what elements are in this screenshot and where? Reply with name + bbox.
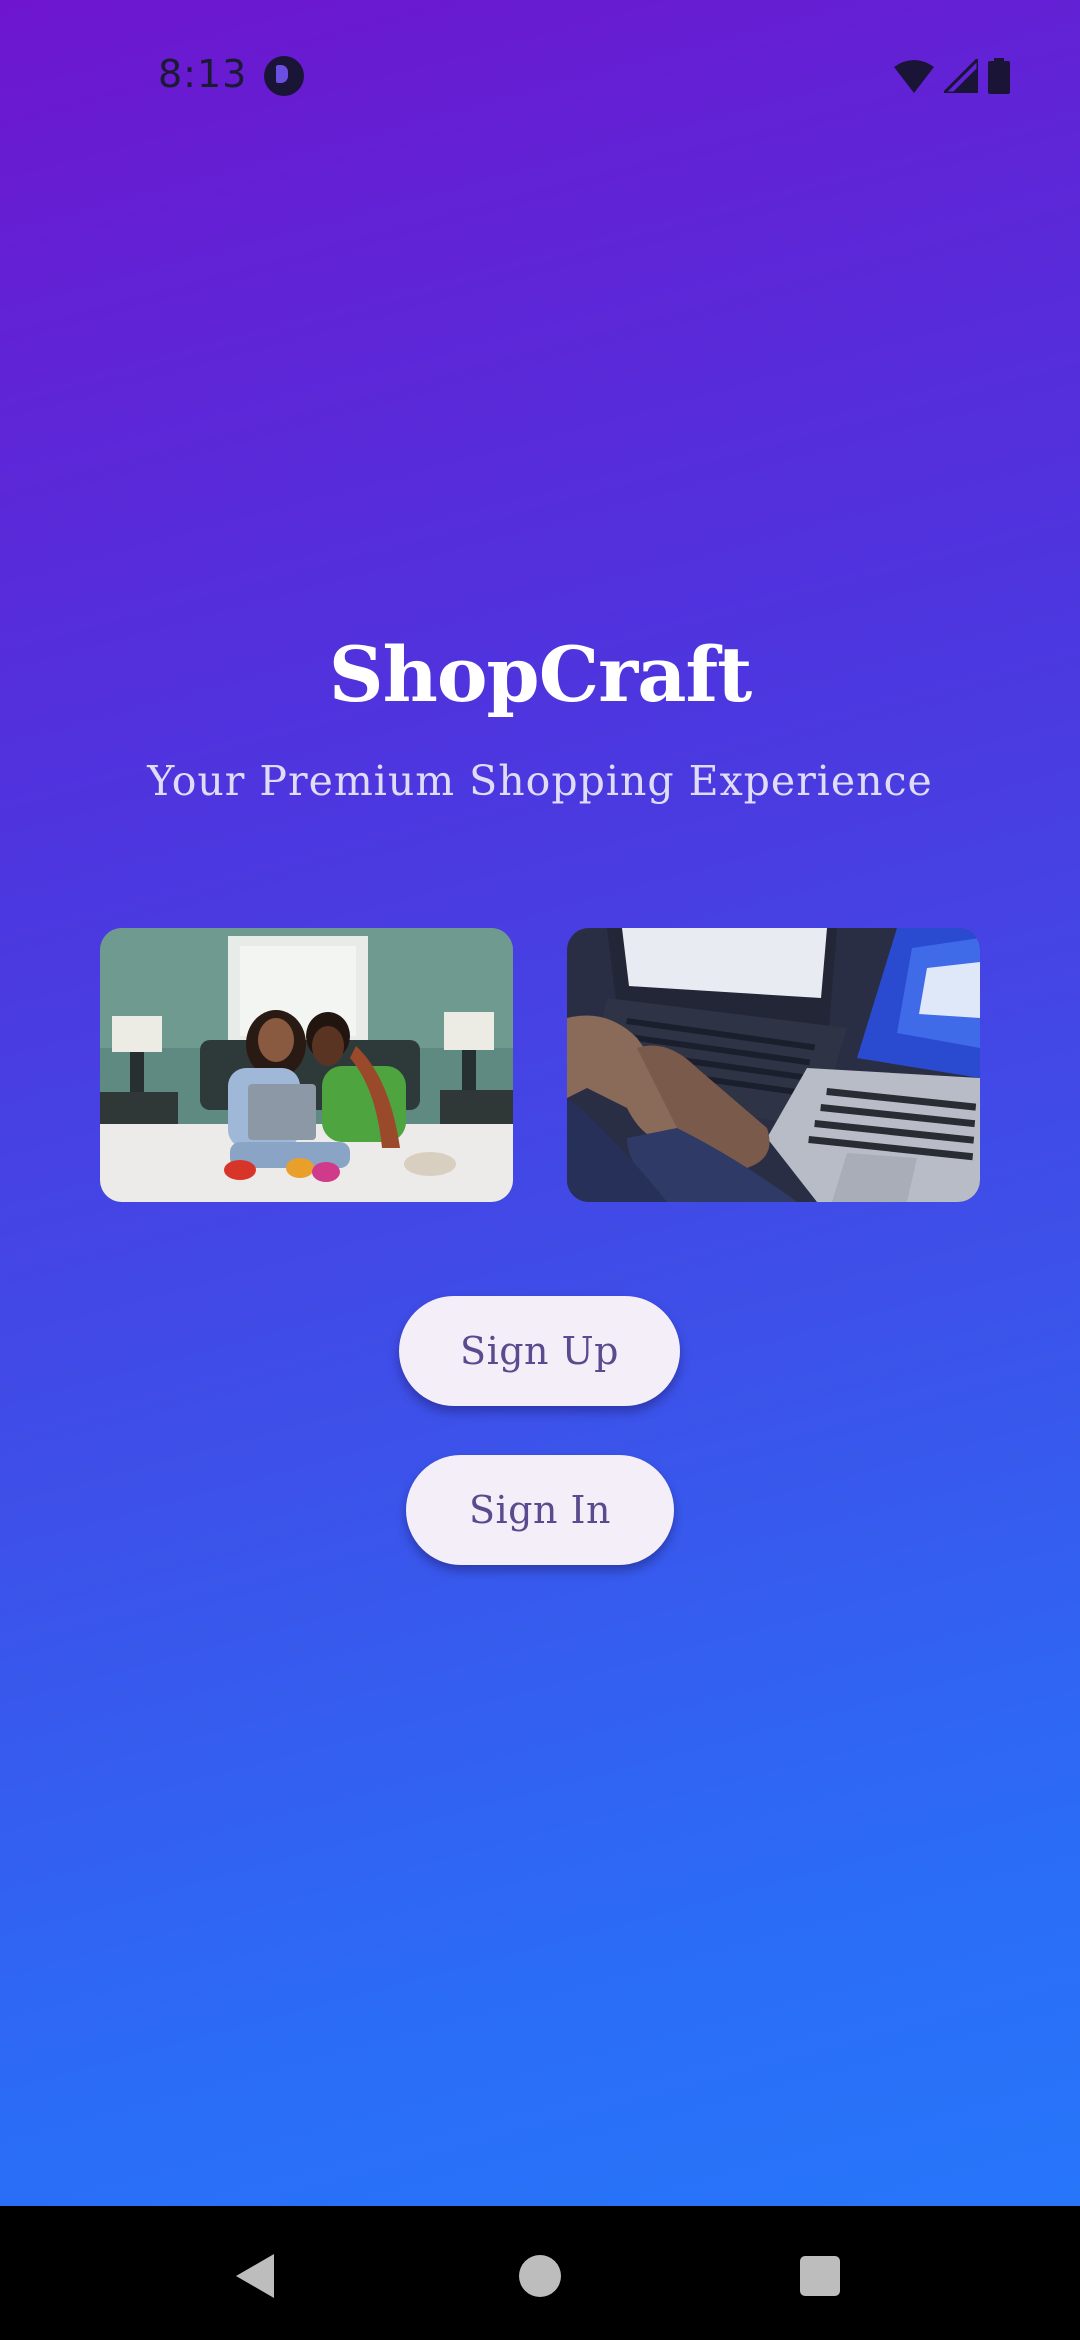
- app-subtitle: Your Premium Shopping Experience: [147, 757, 933, 805]
- back-icon[interactable]: [236, 2254, 274, 2298]
- recents-icon[interactable]: [800, 2256, 840, 2296]
- battery-icon: [988, 58, 1010, 94]
- welcome-screen: 8:13 ShopCraft Your Premium Shopping Exp…: [0, 0, 1080, 2206]
- status-bar: 8:13: [0, 0, 1080, 150]
- notification-app-icon: [264, 56, 304, 96]
- home-icon[interactable]: [519, 2255, 561, 2297]
- status-icons: [894, 56, 1010, 96]
- wifi-icon: [894, 59, 934, 93]
- system-nav-bar: [0, 2206, 1080, 2340]
- app-title: ShopCraft: [328, 630, 753, 719]
- status-time: 8:13: [158, 52, 248, 96]
- hands-typing-on-laptops-photo: [567, 928, 980, 1202]
- two-women-laptop-on-bed-photo: [100, 928, 513, 1202]
- sign-in-button[interactable]: Sign In: [406, 1455, 674, 1565]
- sign-up-button[interactable]: Sign Up: [399, 1296, 680, 1406]
- cell-signal-icon: [944, 59, 978, 93]
